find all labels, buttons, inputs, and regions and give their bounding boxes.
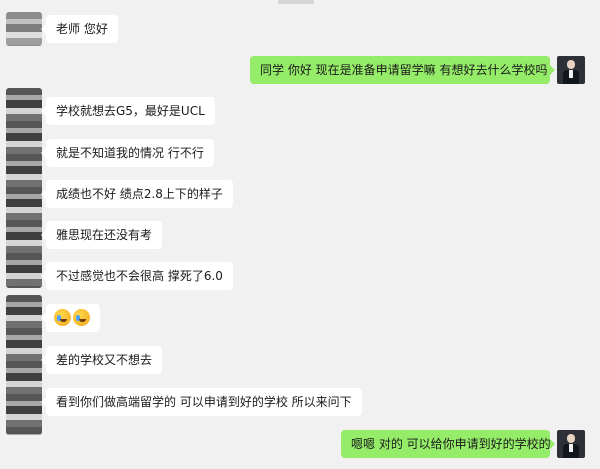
message-bubble-incoming[interactable]: 雅思现在还没有考	[40, 221, 163, 249]
message-text: 成绩也不好 绩点2.8上下的样子	[56, 187, 223, 201]
message-bubble-incoming[interactable]: 老师 您好	[41, 15, 118, 43]
scroll-handle[interactable]	[278, 0, 314, 4]
message-text: 同学 你好 现在是准备申请留学嘛 有想好去什么学校吗	[260, 63, 548, 77]
message-bubble-incoming[interactable]: 看到你们做高端留学的 可以申请到好的学校 所以来问下	[41, 388, 362, 416]
contact-avatar[interactable]	[6, 12, 42, 46]
message-text: 不过感觉也不会很高 撑死了6.0	[56, 269, 223, 283]
message-bubble-incoming[interactable]: 学校就想去G5，最好是UCL	[41, 97, 215, 125]
message-bubble-incoming[interactable]: 不过感觉也不会很高 撑死了6.0	[41, 262, 233, 290]
contact-avatar[interactable]	[6, 295, 42, 435]
message-bubble-incoming[interactable]	[41, 304, 100, 332]
contact-avatar[interactable]	[6, 88, 42, 288]
message-text: 看到你们做高端留学的 可以申请到好的学校 所以来问下	[56, 395, 352, 409]
message-bubble-outgoing[interactable]: 同学 你好 现在是准备申请留学嘛 有想好去什么学校吗	[250, 56, 555, 84]
message-text: 嗯嗯 对的 可以给你申请到好的学校的	[351, 437, 551, 451]
user-avatar[interactable]	[557, 430, 585, 458]
sweat-smile-emoji-icon	[73, 309, 90, 326]
message-text: 学校就想去G5，最好是UCL	[56, 104, 205, 118]
message-bubble-incoming[interactable]: 成绩也不好 绩点2.8上下的样子	[41, 180, 233, 208]
sweat-smile-emoji-icon	[54, 309, 71, 326]
message-bubble-incoming[interactable]: 差的学校又不想去	[40, 346, 163, 374]
message-text: 老师 您好	[56, 22, 108, 36]
user-avatar[interactable]	[557, 56, 585, 84]
message-text: 雅思现在还没有考	[56, 228, 153, 242]
message-bubble-incoming[interactable]: 就是不知道我的情况 行不行	[41, 139, 214, 167]
message-text: 差的学校又不想去	[56, 353, 153, 367]
message-text: 就是不知道我的情况 行不行	[56, 146, 204, 160]
message-bubble-outgoing[interactable]: 嗯嗯 对的 可以给你申请到好的学校的	[341, 430, 555, 458]
